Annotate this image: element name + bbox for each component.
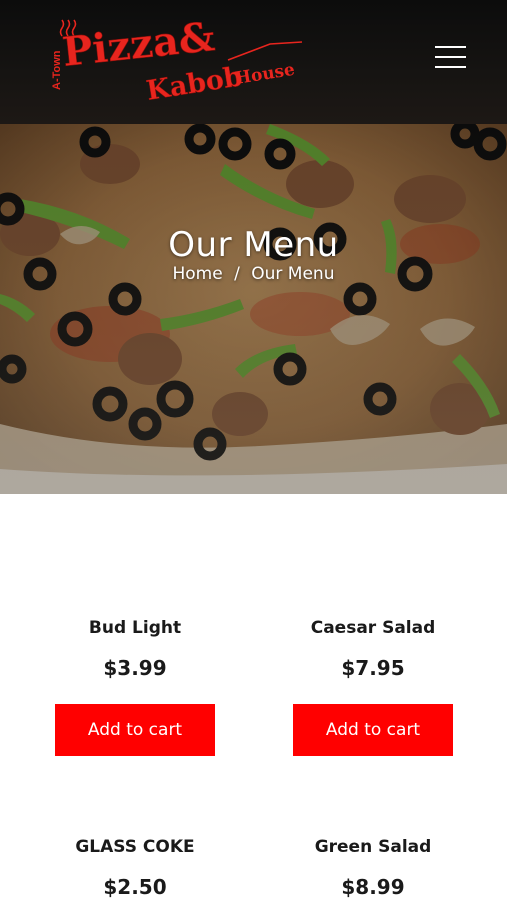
- site-header: A-Town Pizza& Kabob House: [0, 0, 507, 124]
- product-card: GLASS COKE $2.50: [45, 835, 225, 901]
- hamburger-menu-icon[interactable]: [430, 42, 470, 72]
- logo-line-kabob: Kabob: [144, 61, 244, 107]
- product-price: $8.99: [341, 875, 405, 899]
- breadcrumb-home-link[interactable]: Home: [173, 264, 223, 284]
- page-title: Our Menu: [168, 224, 339, 265]
- breadcrumb-separator: /: [234, 264, 240, 284]
- product-card: Green Salad $8.99: [283, 835, 463, 901]
- hero-banner: Our Menu Home / Our Menu: [0, 124, 507, 494]
- site-logo[interactable]: A-Town Pizza& Kabob House: [40, 16, 310, 108]
- logo-line-pizza: Pizza&: [60, 16, 217, 76]
- product-name[interactable]: Caesar Salad: [283, 616, 463, 640]
- logo-line-house: House: [234, 60, 297, 89]
- hero-overlay: [0, 124, 507, 494]
- product-price: $2.50: [103, 875, 167, 899]
- menu-bar: [435, 56, 466, 58]
- add-to-cart-button[interactable]: Add to cart: [55, 704, 215, 756]
- product-price: $7.95: [341, 656, 405, 680]
- product-price: $3.99: [103, 656, 167, 680]
- product-card: Bud Light $3.99 Add to cart: [45, 616, 225, 756]
- breadcrumb: Home / Our Menu: [0, 264, 507, 284]
- breadcrumb-current: Our Menu: [251, 264, 335, 284]
- product-name[interactable]: GLASS COKE: [45, 835, 225, 859]
- logo-tagline: A-Town: [51, 50, 63, 90]
- roof-icon: [227, 41, 303, 61]
- menu-bar: [435, 66, 466, 68]
- product-card: Caesar Salad $7.95 Add to cart: [283, 616, 463, 756]
- add-to-cart-button[interactable]: Add to cart: [293, 704, 453, 756]
- product-name[interactable]: Green Salad: [283, 835, 463, 859]
- menu-bar: [435, 46, 466, 48]
- product-name[interactable]: Bud Light: [45, 616, 225, 640]
